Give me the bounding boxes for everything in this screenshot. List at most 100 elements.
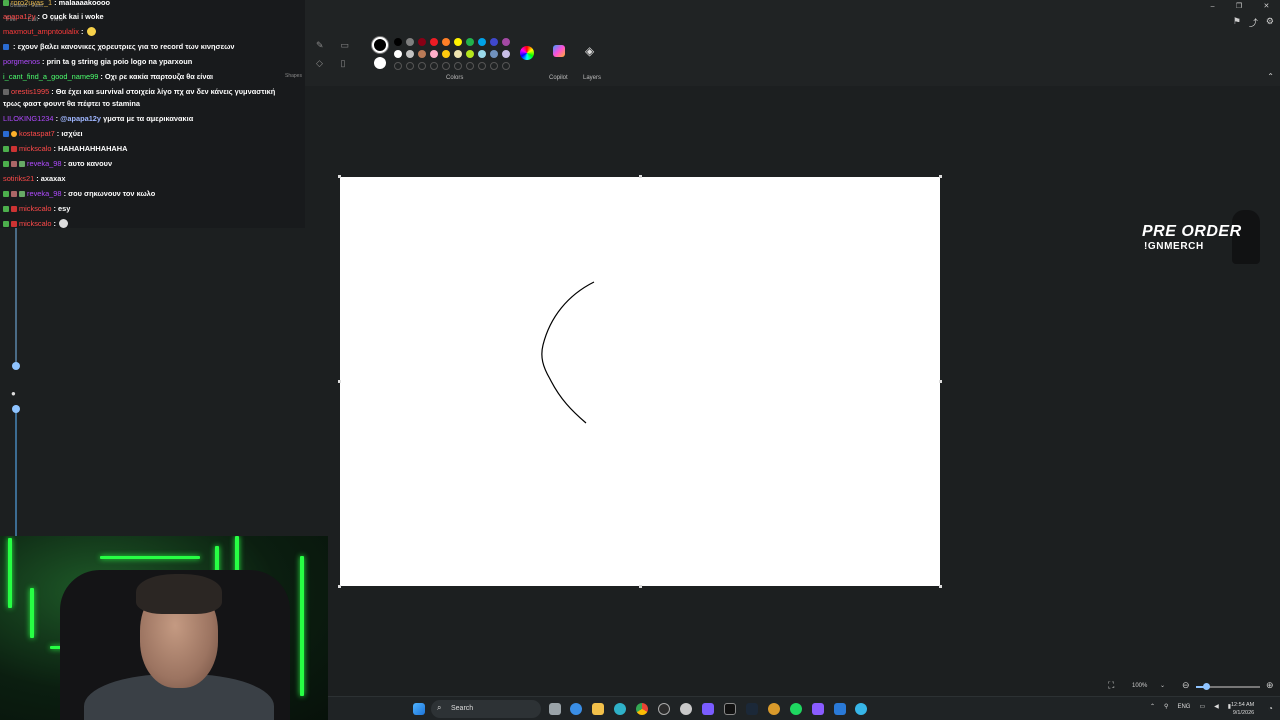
layers-icon[interactable]: ◈: [585, 44, 594, 58]
share-icon[interactable]: ⤴: [1249, 16, 1258, 29]
custom-color-slot[interactable]: [394, 62, 402, 70]
custom-color-slot[interactable]: [490, 62, 498, 70]
chevron-up-icon[interactable]: ⌃: [1150, 703, 1155, 710]
custom-color-slot[interactable]: [466, 62, 474, 70]
system-clock[interactable]: 12:54 AM 9/1/2026: [1231, 701, 1254, 717]
resize-handle[interactable]: [338, 585, 341, 588]
zoom-in-icon[interactable]: ⊕: [1266, 680, 1274, 691]
resize-handle[interactable]: [939, 175, 942, 178]
vertical-slider-track-lower[interactable]: [15, 405, 17, 536]
app-grid-icon[interactable]: [812, 703, 824, 715]
color-swatch[interactable]: [454, 50, 462, 58]
color-swatch[interactable]: [430, 38, 438, 46]
edge-dev-icon[interactable]: [614, 703, 626, 715]
app-icon[interactable]: [768, 703, 780, 715]
paint-taskbar-icon[interactable]: [834, 703, 846, 715]
custom-color-slot[interactable]: [406, 62, 414, 70]
edge-icon[interactable]: [570, 703, 582, 715]
resize-handle[interactable]: [338, 175, 341, 178]
start-icon[interactable]: [413, 703, 425, 715]
custom-color-slot[interactable]: [430, 62, 438, 70]
custom-color-slot[interactable]: [502, 62, 510, 70]
notification-bell-icon[interactable]: ◔: [1268, 704, 1273, 713]
chrome-icon[interactable]: [636, 703, 648, 715]
zoom-slider[interactable]: [1196, 683, 1260, 690]
resize-handle[interactable]: [639, 585, 642, 588]
chevron-up-icon[interactable]: ⌃: [1267, 72, 1274, 81]
chat-message: sotiriks21 : axaxax: [3, 174, 66, 183]
volume-icon[interactable]: ◀: [1214, 703, 1219, 710]
chat-username: reveka_98: [27, 189, 62, 198]
color-swatch[interactable]: [406, 50, 414, 58]
settings-gear-icon[interactable]: ⚙: [1266, 16, 1274, 29]
custom-color-slot[interactable]: [454, 62, 462, 70]
zoom-controls: ⛶ 100% ⌄ ⊖ ⊕: [1100, 679, 1280, 695]
custom-color-slot[interactable]: [418, 62, 426, 70]
chat-text: εχουν βαλει κανονικες χορευτριες για το …: [17, 42, 235, 51]
discord-icon[interactable]: [702, 703, 714, 715]
chat-username: mickscalo: [19, 219, 52, 228]
zoom-out-icon[interactable]: ⊖: [1182, 680, 1190, 691]
language-indicator[interactable]: ENG: [1177, 704, 1190, 710]
primary-color-swatch[interactable]: [372, 37, 388, 53]
close-button[interactable]: ✕: [1263, 2, 1269, 10]
settings-icon[interactable]: [680, 703, 692, 715]
microphone-icon[interactable]: ⚲: [1164, 703, 1168, 710]
feedback-icon[interactable]: ⚑: [1233, 16, 1241, 29]
color-swatch[interactable]: [406, 38, 414, 46]
color-swatch[interactable]: [442, 38, 450, 46]
color-swatch[interactable]: [442, 50, 450, 58]
secondary-color-swatch[interactable]: [374, 57, 386, 69]
resize-handle[interactable]: [939, 585, 942, 588]
color-swatch[interactable]: [502, 38, 510, 46]
resize-handle[interactable]: [639, 175, 642, 178]
task-view-icon[interactable]: [549, 703, 561, 715]
color-swatch[interactable]: [502, 50, 510, 58]
chevron-down-icon[interactable]: ⌄: [1160, 682, 1165, 689]
maximize-button[interactable]: ❐: [1236, 2, 1242, 10]
taskbar-search[interactable]: ⌕ Search: [431, 700, 541, 718]
custom-color-slot[interactable]: [478, 62, 486, 70]
capcut-icon[interactable]: [724, 703, 736, 715]
color-swatch[interactable]: [490, 50, 498, 58]
clock-time: 12:54 AM: [1231, 702, 1255, 708]
minimize-button[interactable]: –: [1211, 3, 1215, 10]
brush-icon[interactable]: ✎: [316, 40, 337, 54]
color-swatch[interactable]: [394, 50, 402, 58]
file-explorer-icon[interactable]: [592, 703, 604, 715]
resize-handle[interactable]: [939, 380, 942, 383]
copilot-icon[interactable]: [553, 45, 565, 57]
zoom-slider-knob[interactable]: [1202, 683, 1210, 690]
lock-icon[interactable]: ●: [11, 389, 16, 398]
paint-active-icon[interactable]: [855, 703, 867, 715]
drawing-canvas[interactable]: [340, 177, 940, 586]
edit-colors-icon[interactable]: [520, 46, 534, 60]
color-swatch[interactable]: [478, 50, 486, 58]
color-swatch[interactable]: [454, 38, 462, 46]
color-swatch[interactable]: [466, 38, 474, 46]
custom-color-slot[interactable]: [442, 62, 450, 70]
vertical-slider-knob-lower[interactable]: [12, 405, 20, 413]
color-swatch[interactable]: [418, 50, 426, 58]
text-icon[interactable]: ▯: [341, 58, 362, 72]
resize-handle[interactable]: [338, 380, 341, 383]
chat-text: prin ta g string gia poio logo na yparxo…: [46, 57, 193, 66]
fit-to-window-icon[interactable]: ⛶: [1108, 680, 1114, 691]
steam-icon[interactable]: [746, 703, 758, 715]
vertical-slider-track[interactable]: [15, 228, 17, 368]
color-swatch[interactable]: [466, 50, 474, 58]
chat-text: γμστα με τα αμερικανακια: [103, 114, 194, 123]
shape-icon[interactable]: ◇: [316, 58, 337, 72]
fill-icon[interactable]: ▭: [341, 40, 362, 54]
color-swatch[interactable]: [430, 50, 438, 58]
tiktok-icon[interactable]: [658, 703, 670, 715]
color-swatch[interactable]: [418, 38, 426, 46]
spotify-icon[interactable]: [790, 703, 802, 715]
monitor-icon[interactable]: ▭: [1199, 703, 1205, 710]
color-swatch[interactable]: [394, 38, 402, 46]
color-swatch[interactable]: [478, 38, 486, 46]
vertical-slider-knob[interactable]: [12, 362, 20, 370]
color-swatch[interactable]: [490, 38, 498, 46]
window-controls: – ❐ ✕: [1200, 0, 1280, 12]
zoom-level[interactable]: 100%: [1132, 683, 1147, 689]
